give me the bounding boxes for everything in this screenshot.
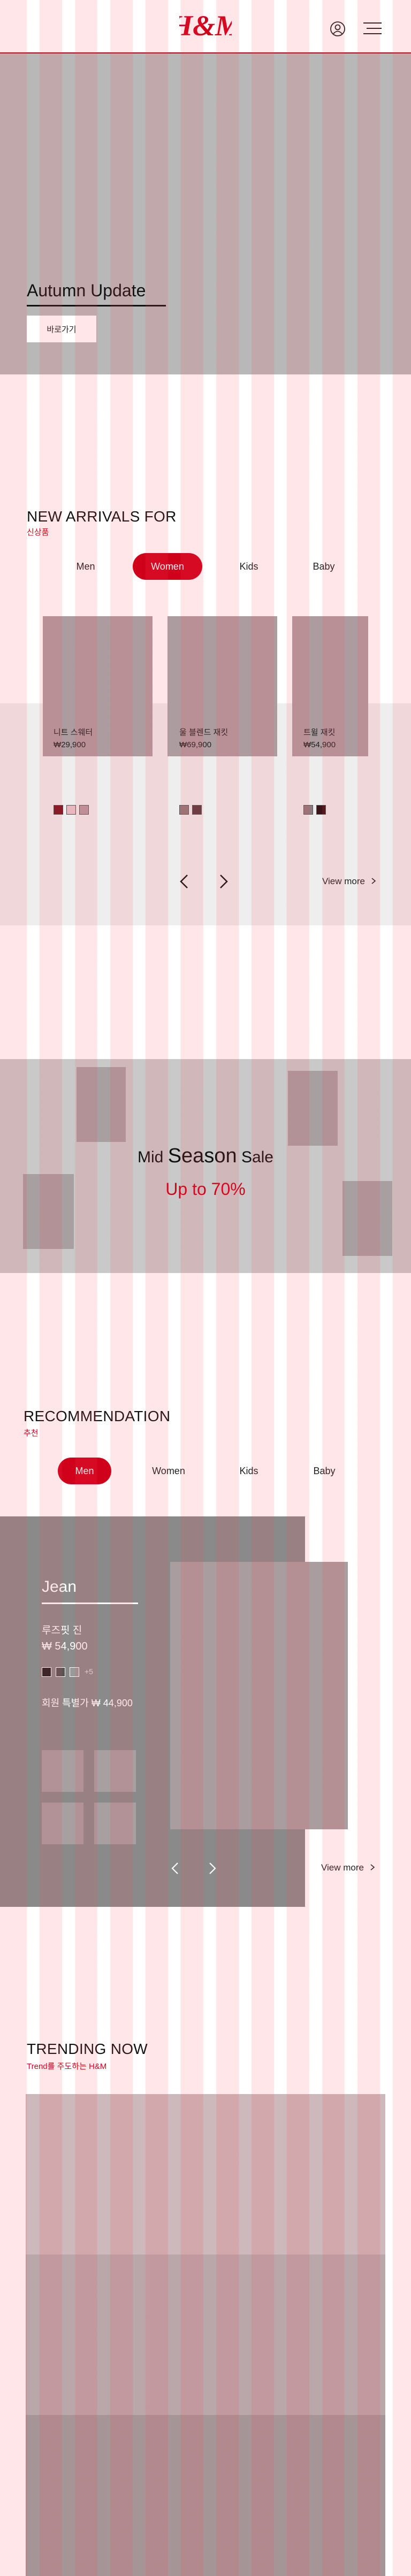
tab-women[interactable]: Women: [142, 1458, 195, 1484]
tab-men[interactable]: Men: [58, 1458, 111, 1484]
product-name[interactable]: 니트 스웨터: [54, 726, 93, 738]
member-price: 회원 특별가 ₩ 44,900: [42, 1698, 133, 1708]
product-name[interactable]: 트윌 재킷: [303, 726, 335, 738]
product-price: ₩54,900: [303, 740, 336, 749]
trending-image[interactable]: [26, 2255, 385, 2415]
trending-image[interactable]: [26, 2415, 385, 2576]
recommendation-item-name[interactable]: 루즈핏 진: [42, 1622, 82, 1637]
chevron-right-icon: [370, 1864, 375, 1870]
recommendation-subtitle: 추천: [24, 1429, 39, 1438]
tab-baby[interactable]: Baby: [300, 553, 348, 580]
brand-logo[interactable]: H&M: [170, 7, 242, 43]
hero-banner[interactable]: Autumn Update 바로가기: [0, 53, 411, 374]
sale-title-suffix: Sale: [241, 1148, 273, 1166]
product-name[interactable]: 울 블렌드 재킷: [179, 726, 228, 738]
more-colors-count: +5: [85, 1667, 93, 1676]
account-icon[interactable]: [330, 21, 346, 37]
hero-title: Autumn Update: [27, 281, 166, 306]
product-price: ₩69,900: [179, 740, 212, 749]
recommendation-price: ₩ 54,900: [42, 1640, 88, 1652]
new-arrivals-subtitle: 신상품: [27, 528, 49, 537]
view-more-link[interactable]: View more: [321, 1862, 376, 1873]
menu-icon[interactable]: [361, 20, 383, 36]
sale-title-prefix: Mid: [138, 1148, 164, 1166]
product-price: ₩29,900: [54, 740, 86, 749]
product-thumbnail[interactable]: [94, 1803, 136, 1844]
color-swatch[interactable]: [179, 805, 189, 815]
product-thumbnail[interactable]: [94, 1750, 136, 1792]
color-swatch[interactable]: [316, 805, 326, 815]
tab-women[interactable]: Women: [133, 553, 202, 580]
trending-image[interactable]: [26, 2094, 385, 2255]
recommendation-title: RECOMMENDATION: [24, 1408, 171, 1424]
sale-title-emphasis: Season: [168, 1145, 237, 1167]
color-swatch[interactable]: [54, 805, 63, 815]
color-swatch[interactable]: [56, 1667, 65, 1677]
tab-kids[interactable]: Kids: [222, 1458, 276, 1484]
product-thumbnail[interactable]: [42, 1803, 83, 1844]
color-swatch[interactable]: [79, 805, 89, 815]
view-more-label: View more: [322, 876, 365, 886]
sale-title: Mid Season Sale: [0, 1145, 411, 1168]
tab-baby[interactable]: Baby: [298, 1458, 351, 1484]
chevron-right-icon: [371, 878, 376, 884]
color-swatch[interactable]: [42, 1667, 51, 1677]
view-more-label: View more: [321, 1862, 364, 1873]
product-thumbnail[interactable]: [42, 1750, 83, 1792]
color-swatch[interactable]: [192, 805, 202, 815]
color-swatch[interactable]: [303, 805, 313, 815]
view-more-link[interactable]: View more: [322, 876, 377, 887]
svg-text:H&M: H&M: [179, 10, 232, 42]
chevron-left-icon[interactable]: [174, 872, 194, 894]
site-header: H&M: [0, 0, 411, 53]
sale-image: [77, 1067, 126, 1142]
trending-title: TRENDING NOW: [27, 2041, 148, 2057]
recommendation-main-image[interactable]: [170, 1562, 348, 1829]
color-swatch[interactable]: [70, 1667, 79, 1677]
sale-banner[interactable]: Mid Season Sale Up to 70%: [0, 1059, 411, 1273]
sale-image: [288, 1071, 338, 1146]
color-swatch[interactable]: [66, 805, 76, 815]
hero-cta-button[interactable]: 바로가기: [27, 316, 96, 342]
chevron-left-icon[interactable]: [166, 1859, 185, 1881]
sale-subtitle: Up to 70%: [165, 1179, 246, 1199]
tab-men[interactable]: Men: [62, 553, 110, 580]
trending-subtitle: Trend를 주도하는 H&M: [27, 2062, 107, 2071]
new-arrivals-title: NEW ARRIVALS FOR: [27, 508, 177, 525]
recommendation-category: Jean: [42, 1578, 138, 1604]
chevron-right-icon[interactable]: [202, 1859, 222, 1881]
tab-kids[interactable]: Kids: [225, 553, 273, 580]
chevron-right-icon[interactable]: [214, 872, 233, 894]
